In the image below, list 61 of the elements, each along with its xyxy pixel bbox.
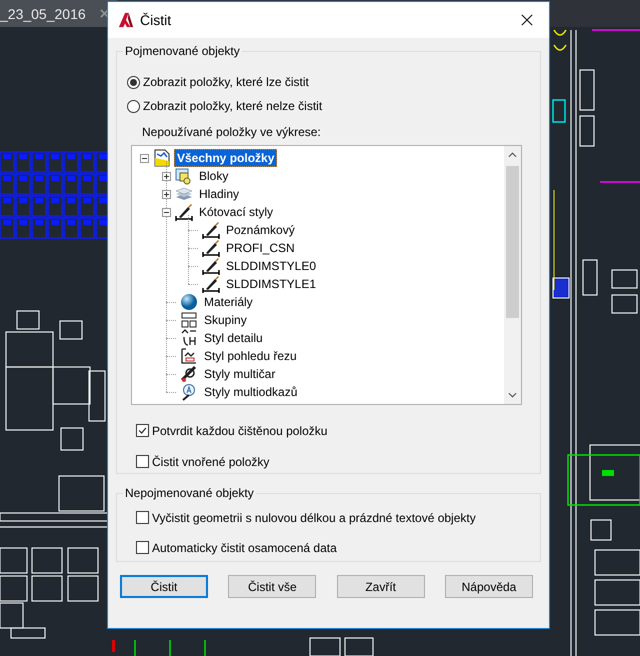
tree-item[interactable]: SLDDIMSTYLE0: [223, 257, 320, 275]
tree-item[interactable]: SLDDIMSTYLE1: [223, 275, 320, 293]
radio-button[interactable]: [127, 100, 140, 112]
dialog-button[interactable]: Zavřít: [336, 575, 425, 598]
tree-item[interactable]: Bloky: [196, 167, 232, 185]
checkbox[interactable]: [136, 541, 149, 554]
tree-item[interactable]: Skupiny: [201, 311, 250, 329]
close-icon[interactable]: [521, 14, 533, 26]
blocks-icon: [175, 167, 193, 185]
tree-item[interactable]: Poznámkový: [223, 221, 298, 239]
checkbox[interactable]: [136, 511, 149, 524]
section-view-icon: [180, 347, 198, 365]
collapse-icon[interactable]: [140, 154, 149, 162]
window-title: Čistit: [140, 12, 172, 28]
scroll-thumb[interactable]: [506, 166, 519, 318]
tree-item[interactable]: Styly multičar: [201, 365, 278, 383]
radio-label[interactable]: Zobrazit položky, které nelze čistit: [143, 99, 322, 113]
dimension-style-icon: [202, 275, 220, 293]
layers-icon: [175, 185, 193, 203]
tree-item[interactable]: Styl detailu: [201, 329, 266, 347]
dimension-style-icon: [202, 257, 220, 275]
tab-title: _23_05_2016: [0, 6, 86, 22]
tree-item[interactable]: PROFI_CSN: [223, 239, 298, 257]
tree-item[interactable]: Styl pohledu řezu: [201, 347, 300, 365]
tree-item[interactable]: Styly multiodkazů: [201, 383, 300, 401]
checkbox-label[interactable]: Vyčistit geometrii s nulovou délkou a prázdné textové objekty: [152, 510, 476, 524]
dimension-style-icon: [175, 203, 193, 221]
expand-icon[interactable]: [162, 172, 171, 180]
dimension-style-icon: [202, 221, 220, 239]
multileader-style-icon: [180, 383, 198, 401]
app-logo-icon: [118, 12, 134, 28]
collapse-icon[interactable]: [162, 208, 171, 216]
tree-item[interactable]: Hladiny: [196, 185, 242, 203]
radio-label[interactable]: Zobrazit položky, které lze čistit: [143, 75, 309, 89]
scrollbar[interactable]: [504, 146, 521, 404]
checkbox-label[interactable]: Automaticky čistit osamocená data: [152, 540, 337, 554]
radio-button[interactable]: [127, 76, 140, 88]
dialog-button[interactable]: Čistit vše: [228, 575, 316, 598]
scroll-down-icon[interactable]: [508, 392, 517, 398]
scroll-up-icon[interactable]: [508, 152, 517, 158]
checkbox-label[interactable]: Potvrdit každou čištěnou položku: [152, 424, 328, 438]
multiline-style-icon: [180, 365, 198, 383]
tree-item[interactable]: Kótovací styly: [196, 203, 276, 221]
tree-list[interactable]: Všechny položky Bloky Hladiny Kótovací styly Poznámkový PROFI_CSN SLDDIMSTYLE0 SLDDIMSTYLE1 Materiály Skupiny Styl detailu Styl pohledu řezu Styly multičar Styly multiodkazů: [131, 145, 522, 405]
dimension-style-icon: [202, 239, 220, 257]
globe-icon: [180, 293, 198, 311]
tree-item[interactable]: Všechny položky: [174, 149, 278, 167]
drawing-file-icon: [153, 149, 171, 167]
group-title: Pojmenované objekty: [124, 44, 241, 58]
checkbox-label[interactable]: Čistit vnořené položky: [152, 454, 270, 468]
detail-style-icon: [180, 329, 198, 347]
close-icon[interactable]: [100, 9, 109, 18]
dialog-button[interactable]: Nápověda: [444, 575, 533, 598]
group-title: Nepojmenované objekty: [124, 486, 255, 500]
tree-item[interactable]: Materiály: [201, 293, 256, 311]
checkbox[interactable]: [136, 455, 149, 468]
checkbox[interactable]: [136, 424, 149, 437]
expand-icon[interactable]: [162, 190, 171, 198]
dialog-button[interactable]: Čistit: [120, 575, 208, 598]
tree-caption: Nepoužívané položky ve výkrese:: [142, 125, 322, 139]
group-icon: [180, 311, 198, 329]
